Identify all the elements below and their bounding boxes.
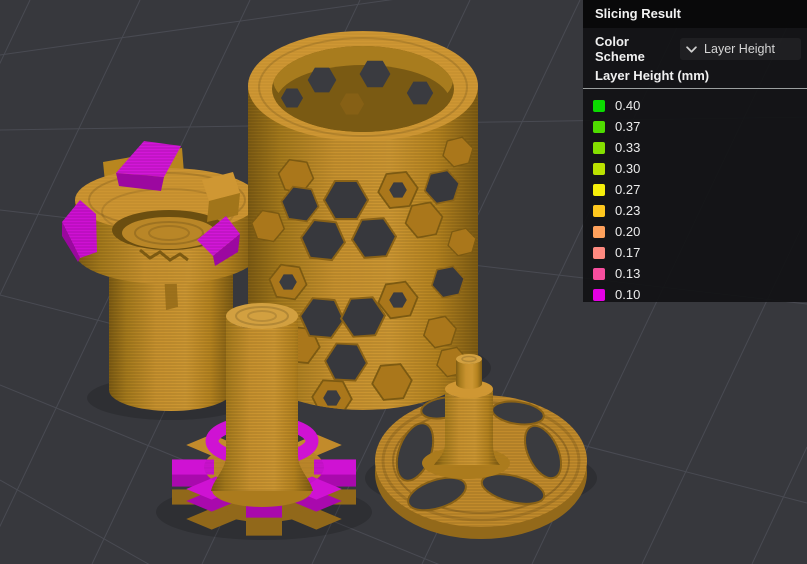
color-scheme-value: Layer Height [704, 42, 775, 56]
legend-item: 0.23 [593, 200, 807, 221]
color-swatch [593, 120, 605, 133]
legend-item: 0.30 [593, 158, 807, 179]
color-scheme-label: Color Scheme [595, 34, 645, 64]
legend-value: 0.33 [615, 140, 641, 155]
slicing-result-panel: Slicing Result Color Scheme Layer Height… [583, 0, 807, 302]
slicer-preview-window: Slicing Result Color Scheme Layer Height… [0, 0, 807, 564]
legend-value: 0.17 [615, 245, 641, 260]
legend-value: 0.30 [615, 161, 641, 176]
legend-item: 0.27 [593, 179, 807, 200]
legend-item: 0.40 [593, 95, 807, 116]
color-swatch [593, 204, 605, 217]
legend-value: 0.23 [615, 203, 641, 218]
legend-title: Layer Height (mm) [595, 68, 710, 83]
legend-value: 0.20 [615, 224, 641, 239]
color-swatch [593, 141, 605, 154]
color-scheme-select[interactable]: Layer Height [680, 38, 801, 60]
color-swatch [593, 225, 605, 238]
panel-title: Slicing Result [595, 6, 681, 21]
color-swatch [593, 288, 605, 301]
legend-value: 0.40 [615, 98, 641, 113]
color-swatch [593, 183, 605, 196]
legend-item: 0.13 [593, 263, 807, 284]
color-swatch [593, 246, 605, 259]
color-swatch [593, 267, 605, 280]
chevron-down-icon [686, 45, 697, 53]
legend-value: 0.10 [615, 287, 641, 302]
color-swatch [593, 162, 605, 175]
legend-value: 0.37 [615, 119, 641, 134]
legend-item: 0.20 [593, 221, 807, 242]
legend-value: 0.27 [615, 182, 641, 197]
legend-item: 0.17 [593, 242, 807, 263]
legend-item: 0.33 [593, 137, 807, 158]
panel-header: Slicing Result [583, 0, 807, 28]
legend-item: 0.10 [593, 284, 807, 305]
legend-item: 0.37 [593, 116, 807, 137]
color-swatch [593, 99, 605, 112]
legend-value: 0.13 [615, 266, 641, 281]
layer-height-legend: 0.40 0.37 0.33 0.30 0.27 0.23 0.20 0.17 … [583, 89, 807, 305]
